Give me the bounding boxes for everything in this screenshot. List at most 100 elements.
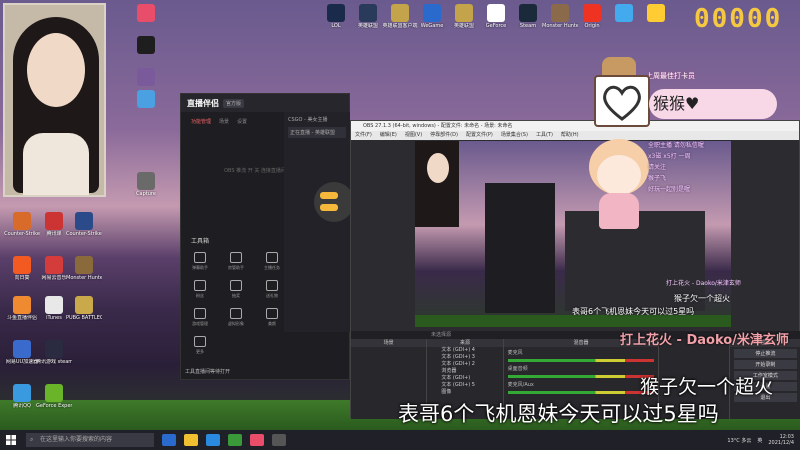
desktop-icon[interactable] <box>128 36 164 70</box>
source-item[interactable]: 图像 <box>427 389 502 396</box>
desktop-icon[interactable]: Counter-Strike: Global Of... <box>66 212 102 246</box>
chrome-icon[interactable] <box>228 434 242 446</box>
file-explorer-icon[interactable] <box>184 434 198 446</box>
app-icon <box>13 296 31 314</box>
app-icon <box>45 384 63 402</box>
desktop-icon[interactable] <box>128 4 164 38</box>
toolbox-item[interactable]: 主播任务 <box>261 252 283 271</box>
tip-line: x3磁 x5打 一周 <box>648 153 691 160</box>
desktop-icon[interactable]: GeForce Experience <box>36 384 72 418</box>
obs-menu-item[interactable]: 文件(F) <box>355 131 372 140</box>
tip-line: 好玩一起别是喔 <box>648 186 691 193</box>
app-icon <box>45 212 63 230</box>
app-logo: 直播伴侣 <box>187 98 219 108</box>
obs-menu-item[interactable]: 视图(V) <box>405 131 422 140</box>
live-room-sidebar: CSGO - 美女主播 正在直播 - 英雄联盟 <box>284 112 354 332</box>
source-item[interactable]: 文本 (GDI+) 4 <box>427 347 502 354</box>
source-item[interactable]: 浏览器 <box>427 368 502 375</box>
tab-features[interactable]: 功能管理 <box>191 118 211 125</box>
desktop-icon[interactable]: Steam <box>510 4 546 38</box>
desktop-icon-label: 英雄联盟客户端 <box>382 23 418 29</box>
toolbox-item[interactable]: 更多 <box>189 336 211 355</box>
weather[interactable]: 13°C 多云 <box>727 437 751 444</box>
app-icon <box>13 212 31 230</box>
desktop-icon[interactable]: Counter-Strike <box>4 212 40 246</box>
app-icon <box>423 4 441 22</box>
desktop-icon[interactable]: GeForce <box>478 4 514 38</box>
desktop-icon[interactable] <box>128 90 164 124</box>
desktop-icon[interactable]: 网易UU加速器 <box>4 340 40 374</box>
obs-menu-item[interactable]: 停靠部件(D) <box>430 131 458 140</box>
desktop-icon[interactable] <box>606 4 642 38</box>
desktop-icon[interactable]: Monster Hunter... <box>66 256 102 290</box>
desktop-icon-label: Capture <box>136 191 156 197</box>
obs-taskbar-icon[interactable] <box>272 434 286 446</box>
tool-icon <box>230 252 242 263</box>
tool-label: 粉丝 <box>196 293 204 298</box>
toolbox-item[interactable]: 弹幕助手 <box>189 252 211 271</box>
desktop-icon[interactable] <box>638 4 674 38</box>
obs-control-button[interactable]: 停止推流 <box>733 349 797 358</box>
app-icon <box>519 4 537 22</box>
desktop-icon-label: WeGame <box>420 23 444 29</box>
taskbar-search[interactable]: ⌕ 在这里输入你要搜索的内容 <box>26 433 154 447</box>
windows-start-icon[interactable] <box>0 430 22 450</box>
webcam-overlay <box>3 3 106 197</box>
source-item[interactable]: 文本 (GDI+) <box>427 375 502 382</box>
source-item[interactable]: 文本 (GDI+) 2 <box>427 361 502 368</box>
subtitle-line-2: 表哥6个飞机恩妹今天可以过5星吗 <box>398 402 719 426</box>
volume-meter[interactable] <box>507 391 655 394</box>
input-language[interactable]: 英 <box>757 437 762 444</box>
desktop-icon[interactable]: 英雄联盟 <box>350 4 386 38</box>
tab-scene[interactable]: 场景 <box>219 118 229 125</box>
sidebar-item[interactable]: 正在直播 - 英雄联盟 <box>288 127 346 138</box>
toolbox-item[interactable]: 送礼物 <box>261 280 283 299</box>
desktop-icon[interactable]: 腾讯游戏 steam游戏 <box>36 340 72 374</box>
desktop-icon[interactable]: 腾讯QQ <box>4 384 40 418</box>
app-icon <box>75 256 93 274</box>
desktop-icon[interactable]: 英雄联盟 <box>446 4 482 38</box>
desktop-icon[interactable]: Monster Hunter <box>542 4 578 38</box>
best-member-card: 上周最佳打卡员 猴猴♥ <box>594 57 779 127</box>
obs-menu-item[interactable]: 场景集合(S) <box>501 131 528 140</box>
tool-icon <box>230 280 242 291</box>
toolbox-item[interactable]: 虚拟形象 <box>225 308 247 327</box>
task-view-icon[interactable] <box>162 434 176 446</box>
tool-label: 更多 <box>196 349 204 354</box>
desktop-icon[interactable]: WeGame <box>414 4 450 38</box>
toolbox-item[interactable]: 抽奖 <box>225 280 247 299</box>
desktop-icon[interactable]: Capture <box>128 172 164 206</box>
obs-menu-item[interactable]: 帮助(H) <box>561 131 579 140</box>
obs-menu-item[interactable]: 工具(T) <box>536 131 553 140</box>
toolbox-item[interactable]: 房管助手 <box>225 252 247 271</box>
desktop-icon[interactable]: 斗鱼直播伴侣 <box>4 296 40 330</box>
obs-menu-item[interactable]: 配置文件(P) <box>466 131 493 140</box>
score-display: 00000 <box>694 4 783 34</box>
desktop-icon[interactable]: LOL <box>318 4 354 38</box>
clock[interactable]: 12:03 2021/12/4 <box>768 434 794 446</box>
card-top: 上周最佳打卡员 <box>646 72 695 80</box>
obs-control-button[interactable]: 开始录制 <box>733 360 797 369</box>
desktop-icon[interactable]: PUBG BATTLEGR... <box>66 296 102 330</box>
obs-menu-item[interactable]: 编辑(E) <box>380 131 397 140</box>
edge-icon[interactable] <box>206 434 220 446</box>
desktop-icon-label: 向日葵 <box>14 275 30 281</box>
source-item[interactable]: 文本 (GDI+) 5 <box>427 382 502 389</box>
app-icon[interactable] <box>250 434 264 446</box>
desktop-icon-label: 英雄联盟 <box>357 23 378 29</box>
subtitle-line-1: 猴子欠一个超火 <box>640 376 774 398</box>
toolbox-item[interactable]: 粉丝 <box>189 280 211 299</box>
mini-subtitle-2: 表哥6个飞机恩妹今天可以过5星吗 <box>572 307 695 316</box>
tool-label: 送礼物 <box>266 293 278 298</box>
desktop-icon[interactable]: 向日葵 <box>4 256 40 290</box>
volume-meter[interactable] <box>507 375 655 378</box>
toolbox-title: 工具箱 <box>191 238 210 245</box>
toolbox-item[interactable]: 游戏管理 <box>189 308 211 327</box>
desktop-icon[interactable]: Origin <box>574 4 610 38</box>
source-item[interactable]: 文本 (GDI+) 3 <box>427 354 502 361</box>
desktop-icon[interactable]: 英雄联盟客户端 <box>382 4 418 38</box>
toolbox-item[interactable]: 美颜 <box>261 308 283 327</box>
volume-meter[interactable] <box>507 359 655 362</box>
mixer-channel: 麦克风/Aux <box>507 382 534 388</box>
tab-settings[interactable]: 设置 <box>237 118 247 125</box>
